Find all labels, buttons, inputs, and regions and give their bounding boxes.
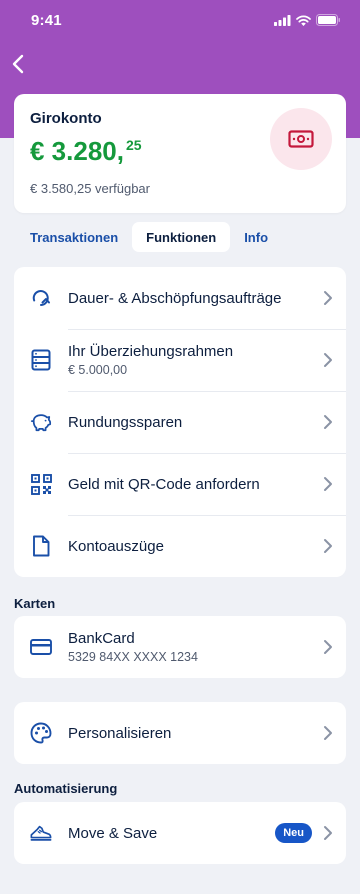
repeat-icon xyxy=(30,287,52,309)
automation-list: Move & Save Neu xyxy=(14,802,346,864)
back-button[interactable] xyxy=(4,50,32,78)
list-item-label: Kontoauszüge xyxy=(68,537,164,555)
chevron-right-icon xyxy=(324,291,332,305)
list-item-label: Ihr Überziehungsrahmen xyxy=(68,343,234,360)
tab-info[interactable]: Info xyxy=(230,222,282,252)
list-item-statements[interactable]: Kontoauszüge xyxy=(14,515,346,577)
section-label-cards: Karten xyxy=(14,596,56,611)
list-item-label: Geld mit QR-Code anfordern xyxy=(68,475,260,493)
new-badge: Neu xyxy=(275,823,312,843)
status-time: 9:41 xyxy=(31,12,62,29)
list-item-label: Dauer- & Abschöpfungsaufträge xyxy=(68,289,282,307)
list-item-qr-request[interactable]: Geld mit QR-Code anfordern xyxy=(14,453,346,515)
status-bar: 9:41 xyxy=(0,0,360,40)
account-icon-circle xyxy=(270,108,332,170)
document-icon xyxy=(30,535,52,557)
functions-list: Dauer- & Abschöpfungsaufträge Ihr Überzi… xyxy=(14,267,346,577)
piggy-bank-icon xyxy=(30,411,52,433)
list-item-personalize[interactable]: Personalisieren xyxy=(14,702,346,764)
list-item-label: Personalisieren xyxy=(68,724,172,742)
chevron-right-icon xyxy=(324,353,332,367)
cards-list: BankCard 5329 84XX XXXX 1234 xyxy=(14,616,346,678)
sneaker-icon xyxy=(30,822,52,844)
list-item-label: Rundungssparen xyxy=(68,413,183,431)
tab-funktionen[interactable]: Funktionen xyxy=(132,222,231,252)
section-label-automation: Automatisierung xyxy=(14,781,118,796)
account-name: Girokonto xyxy=(30,110,102,127)
account-card: Girokonto € 3.280, 25 € 3.580,25 verfügb… xyxy=(14,94,346,213)
tab-transaktionen[interactable]: Transaktionen xyxy=(14,222,132,252)
chevron-right-icon xyxy=(324,539,332,553)
list-item-bankcard[interactable]: BankCard 5329 84XX XXXX 1234 xyxy=(14,616,346,678)
card-title: BankCard xyxy=(68,630,135,647)
list-item-label: Move & Save xyxy=(68,824,158,842)
list-item-subtitle: € 5.000,00 xyxy=(68,363,128,377)
qr-code-icon xyxy=(30,473,52,495)
tab-bar: Transaktionen Funktionen Info xyxy=(14,222,282,252)
battery-icon xyxy=(316,14,340,26)
banknote-icon xyxy=(288,130,314,148)
chevron-right-icon xyxy=(324,640,332,654)
list-item-move-and-save[interactable]: Move & Save Neu xyxy=(14,802,346,864)
list-item-overdraft[interactable]: Ihr Überziehungsrahmen € 5.000,00 xyxy=(14,329,346,391)
palette-icon xyxy=(30,722,52,744)
card-number: 5329 84XX XXXX 1234 xyxy=(68,650,198,664)
credit-card-icon xyxy=(30,636,52,658)
list-item-standing-orders[interactable]: Dauer- & Abschöpfungsaufträge xyxy=(14,267,346,329)
account-balance: € 3.280, 25 xyxy=(30,136,142,166)
list-item-round-up-savings[interactable]: Rundungssparen xyxy=(14,391,346,453)
overdraft-icon xyxy=(30,349,52,371)
balance-cents: 25 xyxy=(125,137,142,153)
signal-icon xyxy=(274,14,291,26)
chevron-right-icon xyxy=(324,726,332,740)
personalize-card: Personalisieren xyxy=(14,702,346,764)
chevron-left-icon xyxy=(12,54,24,74)
chevron-right-icon xyxy=(324,477,332,491)
balance-main: € 3.280, xyxy=(30,136,124,166)
chevron-right-icon xyxy=(324,826,332,840)
status-icons xyxy=(274,14,341,26)
chevron-right-icon xyxy=(324,415,332,429)
wifi-icon xyxy=(296,15,311,26)
available-amount: € 3.580,25 verfügbar xyxy=(30,181,150,196)
